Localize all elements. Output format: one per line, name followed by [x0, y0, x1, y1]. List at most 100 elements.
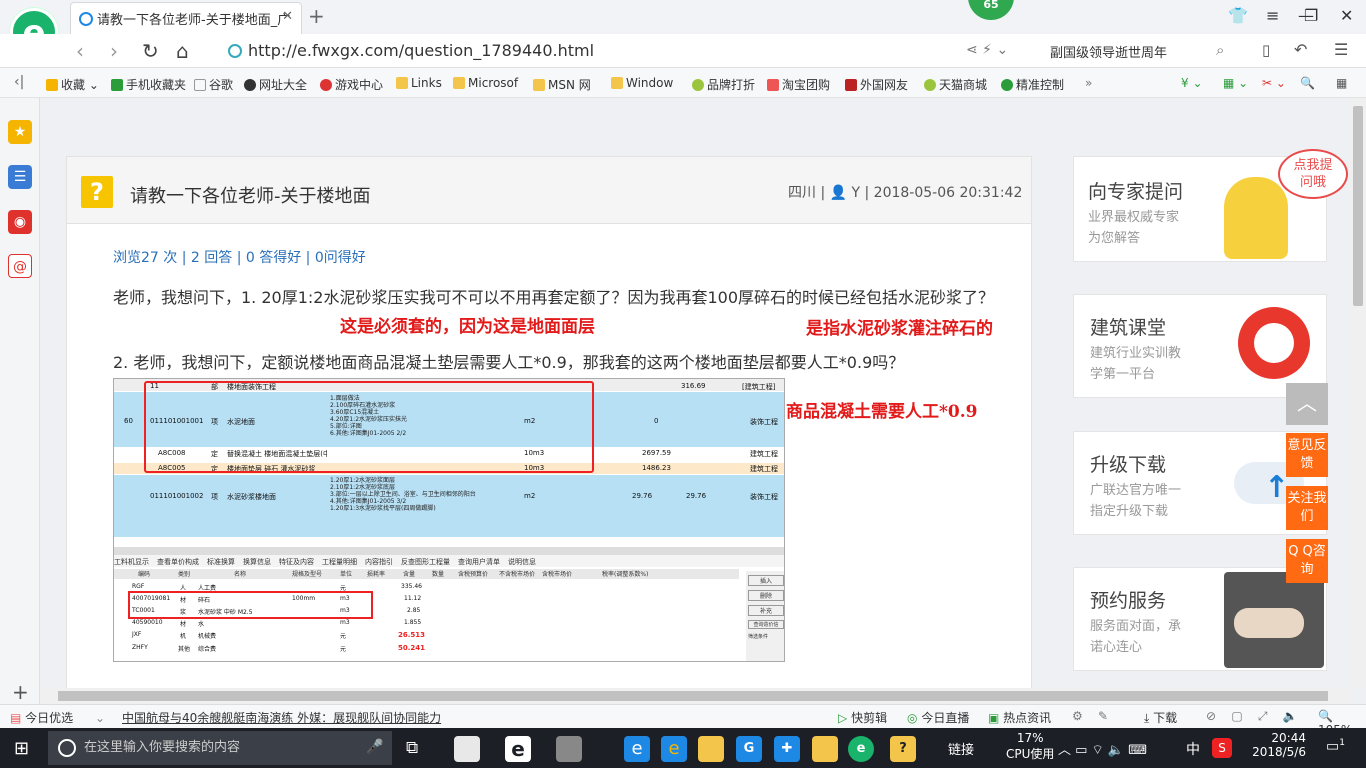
- notes-app-icon[interactable]: [812, 736, 838, 762]
- bookmark-foreign[interactable]: 外国网友: [845, 76, 908, 93]
- ask-bubble[interactable]: 点我提问哦: [1278, 149, 1348, 199]
- more-bookmarks-icon[interactable]: »: [1085, 76, 1092, 90]
- share-icon[interactable]: ⋖ ⚡ ⌄: [966, 42, 1008, 58]
- bookmark-windows[interactable]: Window: [611, 76, 673, 90]
- news-ticker[interactable]: 中国航母与40余艘舰艇南海演练 外媒：展现舰队间协同能力: [122, 709, 441, 726]
- forward-icon[interactable]: ›: [110, 39, 118, 63]
- windows-start-icon[interactable]: ⊞: [14, 738, 29, 759]
- qq-consult-button[interactable]: Q Q咨询: [1286, 539, 1328, 583]
- magnifier-icon[interactable]: 🔍: [1300, 76, 1315, 90]
- sogou-icon[interactable]: S: [1212, 738, 1232, 758]
- bookmark-links[interactable]: Links: [396, 76, 442, 90]
- feature-text-2: 1.20厚1:2水泥砂浆面层 2.10厚1:2水泥砂浆底层 3.部位:一层以上除卫生…: [330, 477, 476, 512]
- more-icon[interactable]: ☰: [1334, 40, 1348, 59]
- card-title: 预约服务: [1090, 590, 1167, 612]
- card-title: 向专家提问: [1088, 181, 1184, 203]
- sheet-side-buttons[interactable]: 插入 删除 补充 查询造价信 筛选条件: [746, 571, 784, 661]
- mascot-icon: [1224, 177, 1288, 259]
- annotation-1: 这是必须套的，因为这是地面面层: [340, 317, 595, 337]
- maximize-button[interactable]: ❐: [1304, 6, 1318, 25]
- refresh-icon[interactable]: ↻: [142, 39, 159, 63]
- status-icons[interactable]: ⚙ ✎: [1072, 709, 1108, 723]
- bookmark-google[interactable]: 谷歌: [194, 76, 233, 93]
- status-tools-icons[interactable]: ⊘ ▢ ⤢ 🔈: [1206, 709, 1298, 724]
- status-quickclip[interactable]: ▷ 快剪辑: [838, 709, 887, 726]
- task-view-icon[interactable]: ⧉: [406, 738, 418, 758]
- explorer-icon[interactable]: [698, 736, 724, 762]
- sheet-tabs[interactable]: 工料机显示 查看单价构成 标准换算 换算信息 特征及内容 工程量明细 内容指引 反查图形工程量…: [114, 555, 784, 567]
- url-field[interactable]: http://e.fwxgx.com/question_1789440.html: [228, 41, 594, 60]
- links-toolbar[interactable]: 链接: [948, 739, 974, 758]
- today-picks[interactable]: ▤ 今日优选 ⌄: [10, 709, 105, 726]
- question-paragraph-1: 老师，我想问下，1. 20厚1:2水泥砂浆压实我可不可以不用再套定额了？因为我再…: [113, 288, 995, 307]
- back-icon[interactable]: ‹: [76, 39, 84, 63]
- tab-active[interactable]: 请教一下各位老师-关于楼地面_广 ✕: [70, 2, 302, 34]
- feedback-button[interactable]: 意见反馈: [1286, 433, 1328, 477]
- attached-screenshot[interactable]: 11 部 楼地面装饰工程 316.69 [建筑工程] 60 0111010010…: [113, 378, 785, 662]
- plus-app-icon[interactable]: ✚: [774, 736, 800, 762]
- bookmark-taobao[interactable]: 淘宝团购: [767, 76, 830, 93]
- status-live[interactable]: ◎ 今日直播: [907, 709, 969, 726]
- notification-icon[interactable]: ▭1: [1326, 738, 1345, 755]
- clock[interactable]: 20:44 2018/5/6: [1250, 731, 1306, 759]
- card-subtitle: 建筑行业实训教: [1090, 346, 1182, 361]
- undo-icon[interactable]: ↶: [1294, 40, 1307, 59]
- bookmark-brand[interactable]: 品牌打折: [692, 76, 755, 93]
- bookmark-msn[interactable]: MSN 网: [533, 76, 591, 93]
- bookmark-mobile[interactable]: 手机收藏夹: [111, 76, 186, 93]
- scissors-icon[interactable]: ✂ ⌄: [1262, 76, 1286, 90]
- bookmark-hao[interactable]: 网址大全: [244, 76, 307, 93]
- edge-legacy-icon[interactable]: e: [505, 736, 531, 762]
- shirt-icon[interactable]: 👕: [1228, 6, 1248, 25]
- bookmark-favorites[interactable]: 收藏 ⌄: [46, 76, 99, 93]
- search-icon[interactable]: ⌕: [1216, 41, 1224, 59]
- mail-icon[interactable]: @: [8, 254, 32, 278]
- phone-icon[interactable]: ▯: [1262, 41, 1270, 59]
- status-download[interactable]: ⤓ 下载: [1144, 709, 1177, 726]
- add-icon[interactable]: +: [12, 680, 29, 704]
- money-icon[interactable]: ¥ ⌄: [1181, 76, 1203, 90]
- horizontal-scroll-thumb[interactable]: [58, 691, 1328, 701]
- status-news[interactable]: ▣ 热点资讯: [988, 709, 1051, 726]
- hot-search-field[interactable]: 副国级领导逝世周年: [1050, 42, 1167, 61]
- browser-taskbar-icon[interactable]: e: [848, 736, 874, 762]
- new-tab-button[interactable]: +: [308, 4, 325, 28]
- star-icon[interactable]: ★: [8, 120, 32, 144]
- question-stats: 浏览27 次 | 2 回答 | 0 答得好 | 0问得好: [113, 250, 366, 266]
- edge-icon[interactable]: e: [624, 736, 650, 762]
- menu-icon[interactable]: ≡: [1266, 6, 1279, 25]
- close-window-button[interactable]: ✕: [1340, 6, 1353, 25]
- ask-expert-card[interactable]: 向专家提问 业界最权威专家 为您解答 点我提问哦: [1073, 149, 1348, 262]
- help-app-icon[interactable]: ?: [890, 736, 916, 762]
- app-spiral-icon[interactable]: [556, 736, 582, 762]
- ime-indicator[interactable]: 中: [1186, 739, 1200, 759]
- bookmark-tmall[interactable]: 天猫商城: [924, 76, 987, 93]
- url-text: http://e.fwxgx.com/question_1789440.html: [248, 41, 595, 60]
- card-subtitle: 为您解答: [1088, 231, 1141, 246]
- card-subtitle: 指定升级下载: [1090, 504, 1169, 519]
- ie-taskbar-icon[interactable]: e: [661, 736, 687, 762]
- card-subtitle: 广联达官方唯一: [1090, 483, 1182, 498]
- items-header: 编码 类别 名称 规格及型号 单位 损耗率 含量 数量 含税预算价 不含税市场价 含税市场价 税率(调…: [114, 569, 739, 579]
- home-icon[interactable]: ⌂: [176, 39, 189, 63]
- card-subtitle: 业界最权威专家: [1088, 210, 1180, 225]
- card-title: 升级下载: [1090, 454, 1167, 476]
- back-to-top-button[interactable]: ︿: [1286, 383, 1328, 425]
- taskbar-search[interactable]: 在这里输入你要搜索的内容: [48, 731, 392, 765]
- bookmark-game[interactable]: 游戏中心: [320, 76, 383, 93]
- pinwheel-app-icon[interactable]: [454, 736, 480, 762]
- bookmark-microsoft[interactable]: Microsof: [453, 76, 518, 90]
- sidebar-toggle-icon[interactable]: ‹|: [14, 74, 24, 90]
- list-icon[interactable]: ☰: [8, 165, 32, 189]
- grid-icon[interactable]: ▦ ⌄: [1223, 76, 1248, 90]
- vertical-scroll-thumb[interactable]: [1353, 106, 1363, 306]
- follow-button[interactable]: 关注我们: [1286, 486, 1328, 530]
- close-tab-icon[interactable]: ✕: [282, 9, 293, 24]
- bookmark-precise[interactable]: 精准控制: [1001, 76, 1064, 93]
- weibo-icon[interactable]: ◉: [8, 210, 32, 234]
- mic-icon[interactable]: 🎤: [366, 739, 383, 755]
- question-icon: ?: [81, 176, 113, 208]
- apps-icon[interactable]: ▦: [1336, 76, 1347, 90]
- g-app-icon[interactable]: G: [736, 736, 762, 762]
- tray-icons[interactable]: ︿ ▭ ⌔ 🔈 ⌨: [1058, 739, 1147, 758]
